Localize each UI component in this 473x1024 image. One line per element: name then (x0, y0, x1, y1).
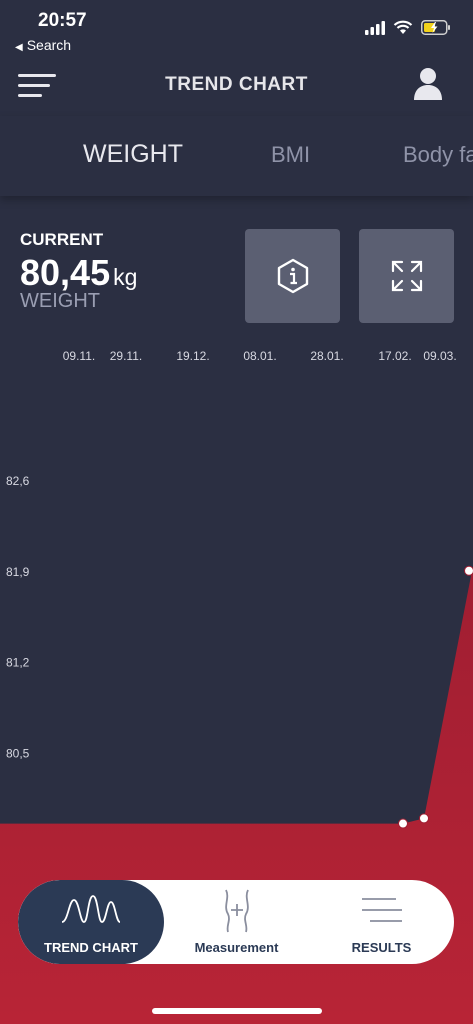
data-point-marker[interactable] (464, 565, 473, 576)
y-axis-ticks: 82,681,981,280,579,8 (6, 474, 30, 851)
nav-label-results: RESULTS (351, 940, 412, 955)
profile-button[interactable] (413, 66, 443, 100)
trend-waves-icon (61, 895, 121, 923)
y-tick-label: 82,6 (6, 474, 30, 488)
results-lines-icon (361, 898, 402, 922)
status-bar: 20:57 ◀ Search (0, 0, 473, 56)
bottom-navigation: TREND CHART Measurement RESULTS (18, 880, 454, 964)
cellular-signal-icon (365, 20, 385, 35)
tab-body-fat[interactable]: Body fat (403, 142, 473, 168)
battery-charging-icon (421, 20, 450, 35)
x-tick-label: 08.01. (243, 349, 276, 363)
expand-arrows-icon (391, 260, 422, 292)
data-point-marker[interactable] (419, 813, 429, 824)
x-tick-label: 17.02. (378, 349, 411, 363)
x-axis-ticks: 09.11. 29.11. 19.12. 08.01. 28.01. 17.02. 09.0… (63, 349, 457, 363)
data-point-marker[interactable] (398, 818, 408, 829)
x-tick-label: 09.11. (63, 349, 95, 363)
y-tick-label: 80,5 (6, 746, 30, 760)
current-label: CURRENT (20, 230, 104, 249)
nav-measurement[interactable]: Measurement (164, 880, 309, 964)
nav-results[interactable]: RESULTS (309, 880, 454, 964)
info-hexagon-icon (277, 258, 308, 294)
nav-label-measurement: Measurement (194, 940, 279, 955)
page-title: TREND CHART (165, 74, 308, 95)
wifi-icon (393, 20, 413, 34)
user-profile-icon (414, 68, 442, 100)
nav-label-trend-chart: TREND CHART (44, 940, 138, 955)
status-icons (365, 20, 451, 35)
back-to-search-link[interactable]: ◀ Search (15, 37, 71, 53)
x-tick-label: 09.03. (423, 349, 456, 363)
back-label: Search (26, 37, 72, 53)
metric-tabs: WEIGHT BMI Body fat (0, 116, 473, 196)
back-triangle-icon: ◀ (15, 42, 23, 53)
body-measure-icon (224, 889, 249, 933)
app-header: TREND CHART (0, 56, 473, 116)
current-weight-panel: CURRENT 80,45 kg WEIGHT (20, 230, 137, 313)
current-value-row: 80,45 kg (20, 252, 137, 294)
nav-trend-chart[interactable]: TREND CHART (18, 880, 164, 964)
x-tick-label: 28.01. (310, 349, 343, 363)
current-value: 80,45 (20, 252, 111, 293)
x-tick-label: 19.12. (176, 349, 209, 363)
x-tick-label: 29.11. (110, 349, 142, 363)
y-tick-label: 81,9 (6, 565, 30, 579)
y-tick-label: 81,2 (6, 656, 30, 670)
tab-weight[interactable]: WEIGHT (83, 140, 183, 169)
current-unit: kg (113, 264, 138, 290)
home-indicator (152, 1008, 322, 1014)
info-button[interactable] (245, 229, 340, 323)
status-time: 20:57 (38, 10, 87, 31)
tab-bmi[interactable]: BMI (271, 142, 310, 168)
expand-chart-button[interactable] (359, 229, 454, 323)
